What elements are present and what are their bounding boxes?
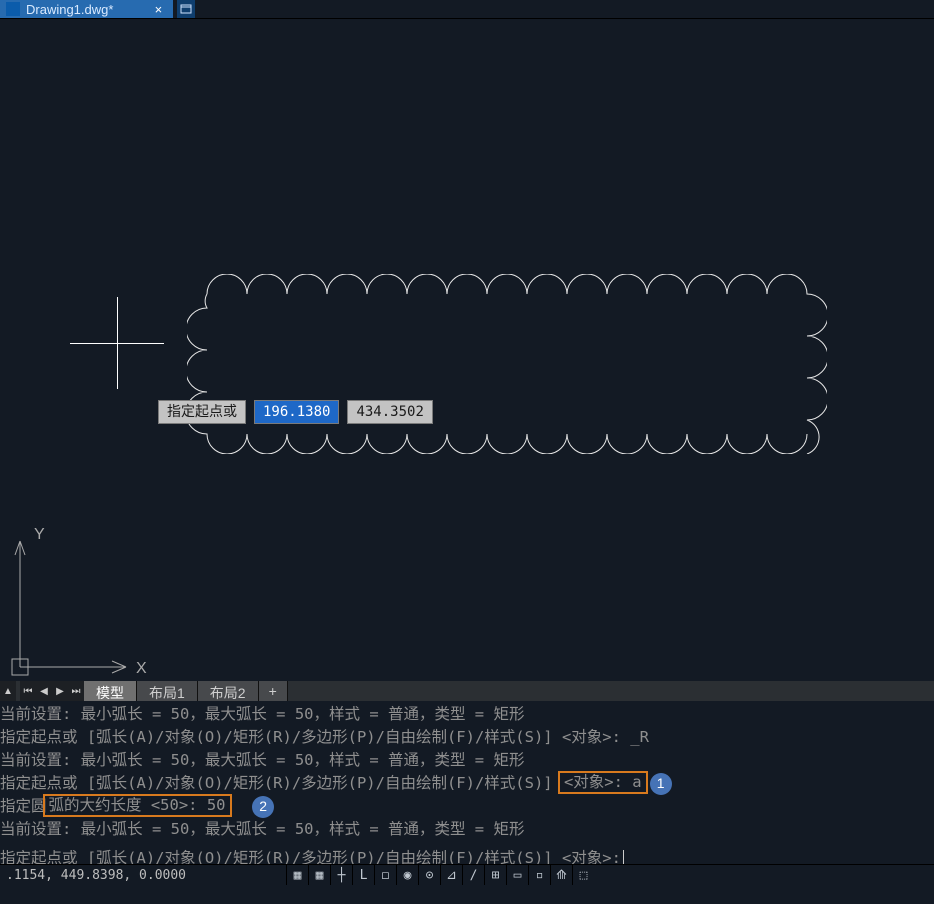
cmd-line: 指定起点或 [弧长(A)/对象(O)/矩形(R)/多边形(P)/自由绘制(F)/… (0, 726, 934, 749)
3dosnap-icon[interactable]: ◉ (396, 865, 418, 885)
document-name: Drawing1.dwg* (26, 2, 113, 17)
transparency-icon[interactable]: ▭ (506, 865, 528, 885)
tab-layout2[interactable]: 布局2 (198, 681, 259, 701)
status-bar: .1154, 449.8398, 0.0000 ▦ ▦ ┼ L ◻ ◉ ⊙ ⊿ … (0, 864, 934, 885)
cmd-line: 当前设置: 最小弧长 = 50，最大弧长 = 50，样式 = 普通，类型 = 矩… (0, 818, 934, 841)
tab-nav-first[interactable]: ⏮ (20, 681, 36, 701)
dynamic-y-value[interactable]: 434.3502 (347, 400, 432, 424)
ducs-icon[interactable]: ⊿ (440, 865, 462, 885)
tab-nav-prev[interactable]: ◀ (36, 681, 52, 701)
status-toggle-icons: ▦ ▦ ┼ L ◻ ◉ ⊙ ⊿ ∕ ⊞ ▭ ▫ ⟰ ⬚ (286, 865, 594, 885)
cursor-coordinates: .1154, 449.8398, 0.0000 (0, 868, 192, 883)
am-icon[interactable]: ⬚ (572, 865, 594, 885)
dynamic-x-value[interactable]: 196.1380 (254, 400, 339, 424)
svg-text:Y: Y (34, 526, 45, 543)
tab-layout1[interactable]: 布局1 (137, 681, 198, 701)
cloud-revision-shape (187, 274, 827, 454)
snap-icon[interactable]: ▦ (308, 865, 330, 885)
tab-nav-next[interactable]: ▶ (52, 681, 68, 701)
callout-1: <对象>: a (558, 771, 648, 794)
cmd-line: 指定起点或 [弧长(A)/对象(O)/矩形(R)/多边形(P)/自由绘制(F)/… (0, 772, 934, 795)
annotation-badge-1: 1 (650, 773, 672, 795)
document-tab[interactable]: Drawing1.dwg* × (0, 0, 173, 18)
tab-nav-last[interactable]: ⏭ (68, 681, 84, 701)
new-tab-icon (180, 4, 192, 14)
ucs-icon: Y X (8, 521, 158, 681)
text-cursor (623, 850, 624, 864)
dynamic-prompt: 指定起点或 (158, 400, 246, 424)
crosshair-vertical (117, 297, 118, 389)
svg-text:X: X (136, 660, 147, 677)
command-prompt[interactable]: 指定起点或 [弧长(A)/对象(O)/矩形(R)/多边形(P)/自由绘制(F)/… (0, 847, 934, 864)
polar-icon[interactable]: L (352, 865, 374, 885)
cmd-line: 指定圆弧的大约长度 <50>: 50 2 (0, 795, 934, 818)
cmd-line: 当前设置: 最小弧长 = 50，最大弧长 = 50，样式 = 普通，类型 = 矩… (0, 703, 934, 726)
lwt-icon[interactable]: ⊞ (484, 865, 506, 885)
drawing-viewport[interactable]: 指定起点或 196.1380 434.3502 Y X (0, 18, 934, 681)
sc-icon[interactable]: ⟰ (550, 865, 572, 885)
layout-scroll-up[interactable]: ▲ (0, 681, 16, 701)
tab-add[interactable]: + (259, 681, 288, 701)
cmd-line: 当前设置: 最小弧长 = 50，最大弧长 = 50，样式 = 普通，类型 = 矩… (0, 749, 934, 772)
new-tab-button[interactable] (177, 0, 195, 18)
document-tab-bar: Drawing1.dwg* × (0, 0, 934, 18)
otrack-icon[interactable]: ⊙ (418, 865, 440, 885)
command-history: 当前设置: 最小弧长 = 50，最大弧长 = 50，样式 = 普通，类型 = 矩… (0, 701, 934, 864)
layout-tab-bar: ▲ ⏮ ◀ ▶ ⏭ 模型 布局1 布局2 + (0, 681, 934, 701)
qp-icon[interactable]: ▫ (528, 865, 550, 885)
tab-model[interactable]: 模型 (84, 681, 137, 701)
osnap-icon[interactable]: ◻ (374, 865, 396, 885)
grid-icon[interactable]: ▦ (286, 865, 308, 885)
close-tab-button[interactable]: × (149, 0, 167, 18)
annotation-badge-2: 2 (252, 796, 274, 818)
dynamic-input: 指定起点或 196.1380 434.3502 (158, 400, 433, 424)
ortho-icon[interactable]: ┼ (330, 865, 352, 885)
dwg-icon (6, 2, 20, 16)
dyn-icon[interactable]: ∕ (462, 865, 484, 885)
callout-2: 弧的大约长度 <50>: 50 (43, 794, 232, 817)
